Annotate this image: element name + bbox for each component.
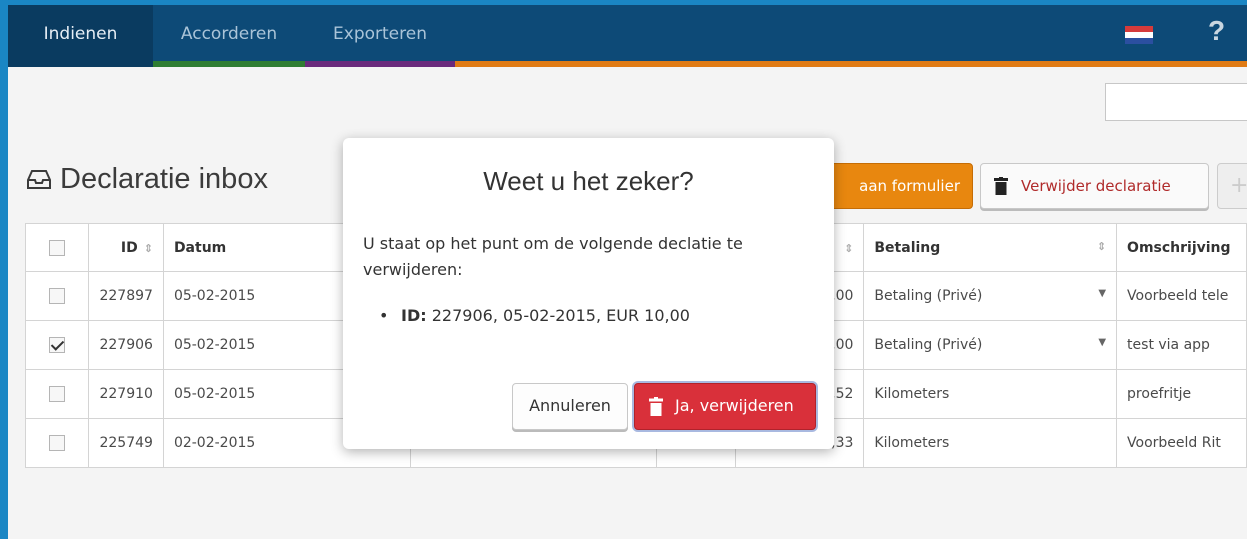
confirm-delete-button[interactable]: Ja, verwijderen [634,383,816,430]
tab-indienen[interactable]: Indienen [8,5,153,61]
dialog-title: Weet u het zeker? [483,166,694,196]
dialog-message: U staat op het punt om de volgende decla… [363,234,743,279]
confirm-delete-label: Ja, verwijderen [675,396,794,415]
top-navbar: Indienen Accorderen Exporteren ? [8,5,1247,67]
trash-icon [649,397,663,416]
app-window: Indienen Accorderen Exporteren ? Declara… [8,5,1247,539]
item-details: 227906, 05-02-2015, EUR 10,00 [431,306,690,325]
tab-accorderen[interactable]: Accorderen [153,5,305,61]
confirm-delete-dialog: Weet u het zeker? U staat op het punt om… [343,138,834,449]
tab-exporteren[interactable]: Exporteren [305,5,455,61]
help-icon[interactable]: ? [1208,15,1225,47]
dialog-body: U staat op het punt om de volgende decla… [363,231,803,329]
list-item: ID: 227906, 05-02-2015, EUR 10,00 [379,303,803,329]
cancel-button[interactable]: Annuleren [512,383,628,430]
dialog-item-list: ID: 227906, 05-02-2015, EUR 10,00 [363,303,803,329]
language-flag-icon[interactable] [1125,26,1153,44]
item-id-label: ID: [401,306,427,325]
